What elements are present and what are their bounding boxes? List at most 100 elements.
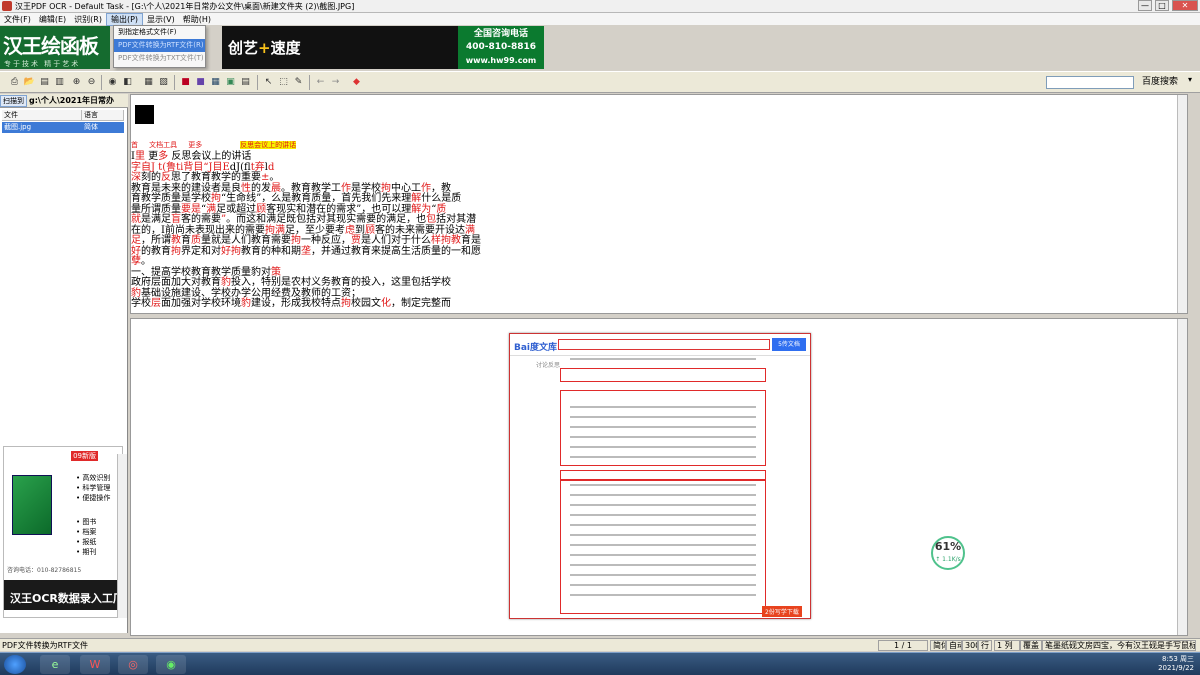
zoom-in-icon[interactable]: ⊕ xyxy=(70,76,83,89)
banner-slogan[interactable]: 创艺+速度 xyxy=(222,26,458,69)
ocr-token: 足 xyxy=(131,235,141,246)
taskbar-wechat-icon[interactable]: ◉ xyxy=(156,655,186,674)
ocr-token: 投入，特别是农村义务教育的投入，这里包括学校 xyxy=(231,277,451,288)
recognition-region[interactable] xyxy=(560,368,766,382)
status-overwrite: 覆盖 xyxy=(1020,640,1042,651)
ocr-token: 解为 xyxy=(411,203,432,215)
ocr-token: 盲 xyxy=(171,214,181,225)
file-row[interactable]: 截图.jpg 简体 xyxy=(2,122,124,133)
banner-slogan-text: 创艺+速度 xyxy=(228,37,301,58)
search-input[interactable] xyxy=(1046,76,1134,89)
delete-block-icon[interactable]: ▤ xyxy=(239,76,252,89)
ocr-token: 顾 xyxy=(364,224,375,236)
scan-icon[interactable]: ⎙ xyxy=(8,76,21,89)
menu-output[interactable]: 输出(P) xyxy=(105,12,144,26)
ad-version-tag: 09新版 xyxy=(71,451,98,461)
zoom-out-icon[interactable]: ⊖ xyxy=(85,76,98,89)
page-icon[interactable]: ▥ xyxy=(53,76,66,89)
table-icon[interactable]: ▦ xyxy=(209,76,222,89)
banner-logo[interactable]: 汉王绘函板 专于技术 精于艺术 xyxy=(0,26,110,69)
menu-view[interactable]: 显示(V) xyxy=(143,14,179,25)
ocr-token: 虑 xyxy=(344,224,355,236)
menu-edit[interactable]: 编辑(E) xyxy=(35,14,70,25)
ocr-token: 学校 xyxy=(131,298,151,309)
minimize-button[interactable]: — xyxy=(1138,0,1152,11)
banner-hotline[interactable]: 全国咨询电话 400-810-8816 www.hw99.com xyxy=(458,26,544,69)
image-preview-area[interactable]: Bai度文库 5传文档 讨论反思 2份写学下载 xyxy=(130,318,1188,636)
toolbar-separator xyxy=(309,75,310,90)
product-ad[interactable]: 09新版 • 高效识别 • 科学管理 • 便捷操作 • 图书 • 档案 • 报纸… xyxy=(3,446,124,618)
scanned-page[interactable]: Bai度文库 5传文档 讨论反思 2份写学下载 xyxy=(509,333,811,619)
text-block-icon[interactable]: ■ xyxy=(179,76,192,89)
table-block-icon[interactable]: ■ xyxy=(194,76,207,89)
menu-help[interactable]: 帮助(H) xyxy=(179,14,215,25)
title-bar: 汉王PDF OCR - Default Task - [G:\个人\2021年日… xyxy=(0,0,1200,13)
forward-icon[interactable]: → xyxy=(329,76,342,89)
cursor-icon[interactable]: ↖ xyxy=(262,76,275,89)
image-block-icon[interactable]: ▣ xyxy=(224,76,237,89)
erase-icon[interactable]: ◧ xyxy=(121,76,134,89)
ocr-line: 好的教育拘界定和对好拘教育的种和期垄，并通过教育来提高生活质量的一和愿 xyxy=(131,246,481,257)
ocr-token: 要是 xyxy=(181,203,201,215)
dropdown-item-pdf-to-txt[interactable]: PDF文件转换为TXT文件(T) xyxy=(114,52,205,65)
toolbar-overflow-icon[interactable]: ▾ xyxy=(1188,75,1192,84)
recognition-region[interactable] xyxy=(560,390,766,466)
ocr-token: 首 xyxy=(131,141,138,149)
preview-scrollbar[interactable] xyxy=(1177,319,1187,635)
doc-search-box xyxy=(558,339,770,350)
open-icon[interactable]: 📂 xyxy=(23,76,36,89)
menu-recognize[interactable]: 识别(R) xyxy=(70,14,106,25)
ocr-token: 面加强对学校环境 xyxy=(161,298,241,309)
doc-text-line xyxy=(570,426,756,428)
tab-scan-to[interactable]: 扫描到 xyxy=(0,94,27,107)
ocr-token: dJ(fl xyxy=(229,161,251,173)
column-file[interactable]: 文件 xyxy=(2,110,82,121)
back-icon[interactable]: ← xyxy=(314,76,327,89)
system-clock[interactable]: 8:53 周三 2021/9/22 xyxy=(1158,655,1194,673)
ocr-line: 豹基础设施建设、学校办学公用经费及教师的工资； xyxy=(131,288,361,299)
ad-feature: • 便捷操作 xyxy=(76,494,111,502)
dropdown-item-to-format[interactable]: 到指定格式文件(F) xyxy=(114,26,205,39)
split-icon[interactable]: ▧ xyxy=(157,76,170,89)
image-placeholder-block xyxy=(135,105,154,124)
close-button[interactable]: ✕ xyxy=(1172,0,1198,11)
upload-speed: ↑ 1.1K/s xyxy=(935,556,961,563)
ocr-token: 更 xyxy=(144,151,159,162)
ocr-text-area[interactable]: 首 文档工具 更多 反思会议上的讲话 I里 更多 反思会议上的讲话 字自J t(… xyxy=(130,94,1188,314)
network-speed-widget[interactable]: 61% ↑ 1.1K/s xyxy=(931,536,965,570)
ocr-token: 足或超过 xyxy=(216,203,257,215)
ocr-token: 反思会议上的讲话 xyxy=(168,151,252,162)
output-dropdown: 到指定格式文件(F) PDF文件转换为RTF文件(R) PDF文件转换为TXT文… xyxy=(113,25,206,68)
ocr-token: “生命线”，么是教育质量，首先我们先来理 xyxy=(221,193,412,204)
ocr-token: 到 xyxy=(354,224,365,236)
taskbar-ie-icon[interactable]: e xyxy=(40,655,70,674)
save-icon[interactable]: ▤ xyxy=(38,76,51,89)
pen-icon[interactable]: ✎ xyxy=(292,76,305,89)
color-icon[interactable]: ◆ xyxy=(350,76,363,89)
taskbar-wps-icon[interactable]: W xyxy=(80,655,110,674)
recognize-icon[interactable]: ◉ xyxy=(106,76,119,89)
taskbar-ocr-icon[interactable]: ◎ xyxy=(118,655,148,674)
ad-scrollbar[interactable] xyxy=(117,454,127,618)
column-language[interactable]: 语言 xyxy=(82,110,124,121)
ocr-line: 一、提高学校教育教学质量豹对策 xyxy=(131,267,281,278)
ocr-token: d xyxy=(267,161,275,173)
recognition-region[interactable] xyxy=(560,470,766,480)
ocr-token: 豹 xyxy=(241,298,251,309)
layout-icon[interactable]: ▦ xyxy=(142,76,155,89)
menu-file[interactable]: 文件(F) xyxy=(0,14,35,25)
ocr-token: 中心工 xyxy=(391,182,421,194)
maximize-button[interactable]: □ xyxy=(1155,0,1169,11)
ocr-line: 政府层面加大对教育豹投入，特别是农村义务教育的投入，这里包括学校 xyxy=(131,277,451,288)
ocr-line: 深刻的反思了教育教学的重要±。 xyxy=(131,172,279,183)
baidu-search-button[interactable]: 百度搜索 xyxy=(1142,75,1182,89)
select-icon[interactable]: ⬚ xyxy=(277,76,290,89)
dropdown-item-pdf-to-rtf[interactable]: PDF文件转换为RTF文件(R) xyxy=(114,39,205,52)
ocr-token: 拘 xyxy=(341,298,351,309)
ocr-token: 里 xyxy=(134,151,145,162)
ocr-token: 的发 xyxy=(251,182,271,194)
doc-text-line xyxy=(570,584,756,586)
text-scrollbar[interactable] xyxy=(1177,95,1187,313)
ocr-token: 拘满 xyxy=(264,224,285,236)
start-button[interactable] xyxy=(4,655,26,674)
